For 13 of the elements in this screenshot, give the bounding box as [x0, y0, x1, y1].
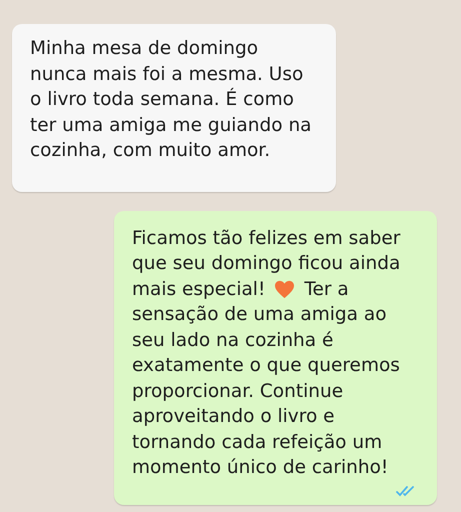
message-text: Ficamos tão felizes em saber [132, 226, 400, 250]
message-text: proporcionar. Continue [132, 380, 344, 404]
message-text: tornando cada refeição um [132, 430, 382, 454]
message-text: mais especial! [132, 278, 266, 302]
message-text: aproveitando o livro e [132, 405, 335, 429]
message-text: que seu domingo ficou ainda [132, 252, 400, 276]
message-text: exatamente o que queremos [132, 354, 400, 378]
message-text: Ter a [304, 278, 349, 302]
message-text: Minha mesa de domingo nunca mais foi a mesma. Uso o livro toda semana. É como ter uma amiga me guiando na cozinha, com muito amor. [30, 37, 312, 163]
heart-icon [274, 280, 296, 299]
message-text: momento único de carinho! [132, 456, 388, 480]
message-text: seu lado na cozinha é [132, 328, 334, 352]
message-text: sensação de uma amiga ao [132, 303, 387, 327]
